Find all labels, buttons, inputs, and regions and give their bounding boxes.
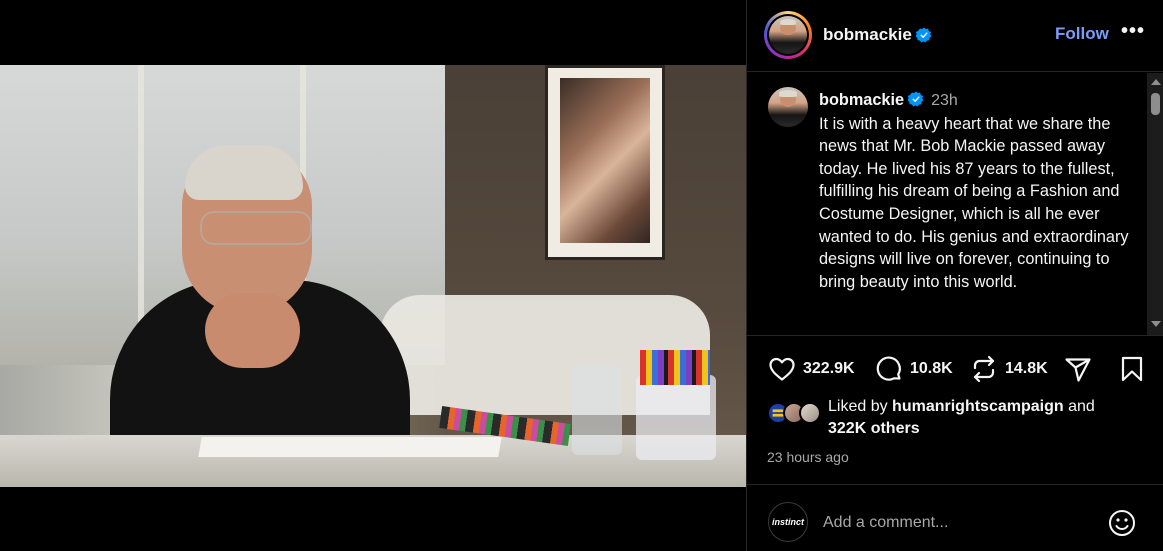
repost-button[interactable]: 14.8K <box>969 352 1048 386</box>
caption-username[interactable]: bobmackie <box>819 91 904 109</box>
share-button[interactable] <box>1063 352 1093 386</box>
liked-by-text: Liked by humanrightscampaign and 322K ot… <box>828 398 1095 437</box>
post-photo[interactable] <box>0 65 746 487</box>
photo-wall-art <box>545 65 665 260</box>
send-icon <box>1065 358 1091 382</box>
like-button[interactable]: 322.9K <box>767 352 855 386</box>
action-bar: 322.9K 10.8K 14.8K <box>747 352 1163 386</box>
header-username[interactable]: bobmackie <box>823 25 912 45</box>
follow-button[interactable]: Follow <box>1055 24 1109 44</box>
scroll-thumb[interactable] <box>1151 93 1160 115</box>
caption-scrollbar[interactable] <box>1147 73 1163 335</box>
caption-body: bobmackie 23h It is with a heavy heart t… <box>819 89 1139 293</box>
scroll-up-arrow-icon[interactable] <box>1151 79 1161 85</box>
liked-by-others[interactable]: 322K others <box>828 420 920 437</box>
caption-time[interactable]: 23h <box>931 92 958 109</box>
save-button[interactable] <box>1117 352 1147 386</box>
liked-by-user[interactable]: humanrightscampaign <box>892 398 1064 415</box>
caption-text: It is with a heavy heart that we share t… <box>819 114 1129 291</box>
post-media[interactable] <box>0 0 746 551</box>
add-comment-input[interactable] <box>823 509 1093 537</box>
more-options-icon[interactable]: ••• <box>1121 20 1145 43</box>
comment-button[interactable]: 10.8K <box>874 352 953 386</box>
post-timestamp[interactable]: 23 hours ago <box>767 449 849 465</box>
profile-avatar[interactable] <box>764 11 812 59</box>
repost-count: 14.8K <box>1005 360 1048 377</box>
caption-avatar[interactable] <box>768 87 808 127</box>
comment-count: 10.8K <box>910 360 953 377</box>
caption-area: bobmackie 23h It is with a heavy heart t… <box>747 73 1147 335</box>
comment-bubble-icon <box>876 356 901 381</box>
like-count: 322.9K <box>803 360 855 377</box>
scroll-down-arrow-icon[interactable] <box>1151 321 1161 327</box>
heart-icon <box>769 357 795 381</box>
post-header: bobmackie Follow ••• <box>747 0 1163 72</box>
bookmark-icon <box>1121 356 1143 382</box>
smiley-icon[interactable] <box>1107 508 1137 538</box>
liker-avatars[interactable] <box>767 402 827 426</box>
post-sidebar: bobmackie Follow ••• bobmackie 23h It is… <box>746 0 1163 551</box>
liker-avatar <box>799 402 821 424</box>
commenter-avatar: instinct <box>768 502 808 542</box>
verified-badge-icon <box>908 91 924 107</box>
liked-by-summary: Liked by humanrightscampaign and 322K ot… <box>767 396 1157 440</box>
repost-icon <box>973 355 995 383</box>
verified-badge-icon <box>916 27 932 43</box>
